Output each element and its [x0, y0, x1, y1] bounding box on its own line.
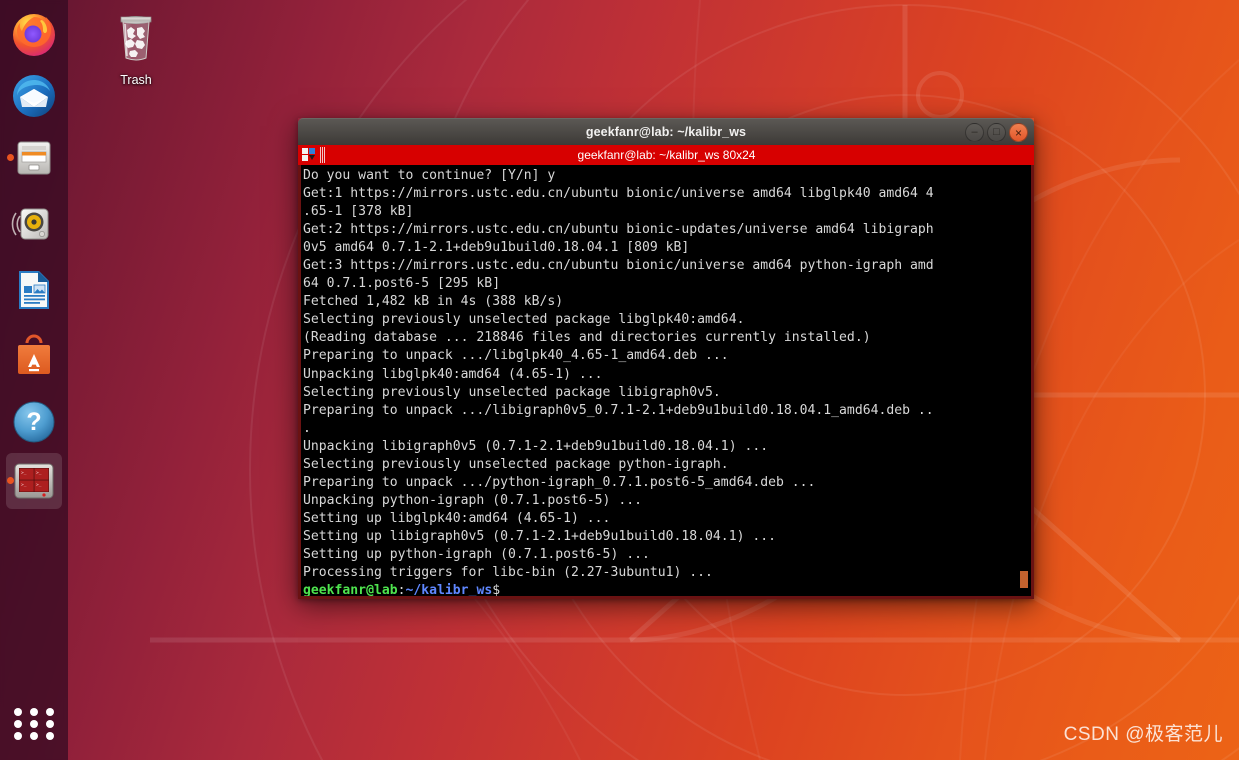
terminal-line: .65-1 [378 kB]	[303, 204, 414, 220]
terminal-line: Fetched 1,482 kB in 4s (388 kB/s)	[303, 294, 564, 310]
window-titlebar[interactable]: geekfanr@lab: ~/kalibr_ws – □ ×	[298, 118, 1034, 145]
terminal-window[interactable]: geekfanr@lab: ~/kalibr_ws – □ × geekfanr…	[298, 118, 1034, 599]
dock-item-thunderbird[interactable]	[6, 68, 62, 124]
tab-separator	[320, 147, 325, 163]
terminal-cursor	[1020, 571, 1028, 588]
files-icon	[17, 141, 51, 175]
desktop: ? >_ >_ >_ >_ Trash geekfanr@lab: ~/kali…	[0, 0, 1239, 760]
desktop-icon-trash[interactable]: Trash	[100, 8, 172, 87]
prompt-separator: :	[397, 583, 406, 599]
dock-item-libreoffice-writer[interactable]	[6, 262, 62, 318]
dock-item-firefox[interactable]	[6, 6, 62, 62]
window-controls[interactable]: – □ ×	[965, 123, 1028, 142]
terminal-line: Get:3 https://mirrors.ustc.edu.cn/ubuntu…	[303, 258, 934, 274]
document-icon	[19, 271, 49, 309]
dock-item-help[interactable]: ?	[6, 394, 62, 450]
terminal-line: .	[303, 420, 311, 436]
svg-text:?: ?	[26, 408, 41, 436]
terminal-line: Get:1 https://mirrors.ustc.edu.cn/ubuntu…	[303, 186, 934, 202]
software-bag-icon	[18, 334, 50, 374]
terminal-icon: >_ >_ >_ >_	[14, 463, 54, 499]
terminal-prompt: geekfanr@lab:~/kalibr_ws$	[303, 582, 1031, 599]
terminal-tabbar[interactable]: geekfanr@lab: ~/kalibr_ws 80x24	[298, 145, 1034, 165]
terminal-line: Preparing to unpack .../libigraph0v5_0.7…	[303, 402, 934, 418]
prompt-user-host: geekfanr@lab	[303, 583, 398, 599]
help-icon: ?	[13, 401, 55, 443]
window-title: geekfanr@lab: ~/kalibr_ws	[585, 125, 747, 139]
terminal-line: Setting up libigraph0v5 (0.7.1-2.1+deb9u…	[303, 528, 776, 544]
app-grid-icon[interactable]	[6, 700, 62, 748]
dock-item-ubuntu-software[interactable]	[6, 328, 62, 384]
desktop-icon-label: Trash	[120, 73, 152, 87]
terminal-line: Selecting previously unselected package …	[303, 456, 729, 472]
terminal-line: Preparing to unpack .../libglpk40_4.65-1…	[303, 348, 729, 364]
tab-grid-icon[interactable]	[302, 148, 316, 162]
terminal-line: (Reading database ... 218846 files and d…	[303, 330, 871, 346]
watermark: CSDN @极客范儿	[1063, 724, 1223, 745]
thunderbird-icon	[13, 75, 55, 117]
terminal-line: 64 0.7.1.post6-5 [295 kB]	[303, 276, 501, 292]
svg-text:>_: >_	[21, 483, 27, 488]
firefox-icon	[13, 14, 55, 56]
terminal-output-area[interactable]: Do you want to continue? [Y/n] y Get:1 ht…	[298, 165, 1034, 599]
prompt-path: ~/kalibr_ws	[405, 583, 493, 599]
minimize-icon[interactable]: –	[965, 123, 984, 142]
dock[interactable]: ? >_ >_ >_ >_	[0, 0, 68, 760]
prompt-symbol: $	[492, 583, 501, 599]
rhythmbox-icon	[11, 208, 49, 240]
terminal-line: Selecting previously unselected package …	[303, 312, 745, 328]
maximize-icon[interactable]: □	[987, 123, 1006, 142]
terminal-line: Selecting previously unselected package …	[303, 384, 721, 400]
svg-text:>_: >_	[36, 471, 42, 476]
svg-text:>_: >_	[21, 471, 27, 476]
terminal-line: Unpacking libigraph0v5 (0.7.1-2.1+deb9u1…	[303, 438, 769, 454]
dock-item-files[interactable]	[6, 130, 62, 186]
terminal-lines: Do you want to continue? [Y/n] y Get:1 ht…	[303, 167, 1031, 599]
terminal-line: Preparing to unpack .../python-igraph_0.…	[303, 474, 816, 490]
terminal-line: Unpacking python-igraph (0.7.1.post6-5) …	[303, 492, 642, 508]
terminal-tab-title[interactable]: geekfanr@lab: ~/kalibr_ws 80x24	[325, 148, 1008, 162]
terminal-line: 0v5 amd64 0.7.1-2.1+deb9u1build0.18.04.1…	[303, 240, 690, 256]
terminal-line: Get:2 https://mirrors.ustc.edu.cn/ubuntu…	[303, 222, 934, 238]
terminal-line: Do you want to continue? [Y/n] y	[303, 168, 556, 183]
terminal-line: Unpacking libglpk40:amd64 (4.65-1) ...	[303, 366, 603, 382]
svg-text:>_: >_	[36, 483, 42, 488]
terminal-line: Setting up python-igraph (0.7.1.post6-5)…	[303, 546, 650, 562]
dock-item-rhythmbox[interactable]	[6, 196, 62, 252]
dock-item-terminator[interactable]: >_ >_ >_ >_	[6, 453, 62, 509]
trash-icon	[120, 15, 152, 61]
close-icon[interactable]: ×	[1009, 123, 1028, 142]
terminal-line: Processing triggers for libc-bin (2.27-3…	[303, 565, 713, 581]
terminal-line: Setting up libglpk40:amd64 (4.65-1) ...	[303, 510, 611, 526]
